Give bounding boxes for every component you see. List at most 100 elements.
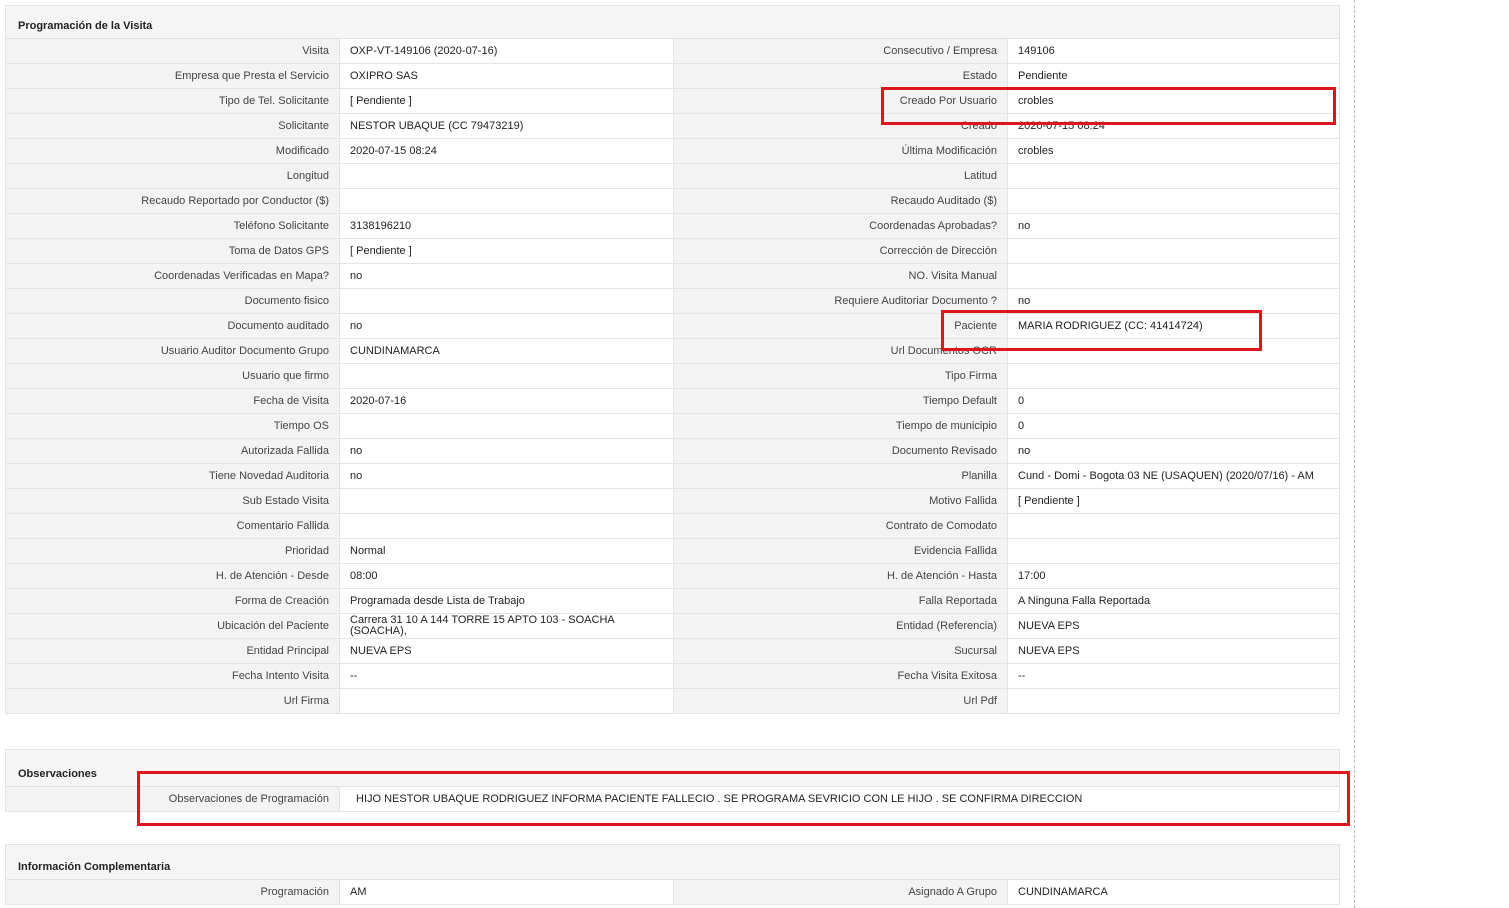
field-label: Creado Por Usuario	[673, 89, 1007, 113]
field-label: Sub Estado Visita	[5, 489, 339, 513]
field-label: Entidad (Referencia)	[673, 614, 1007, 638]
field-label: Tipo de Tel. Solicitante	[5, 89, 339, 113]
field-label: Evidencia Fallida	[673, 539, 1007, 563]
field-value: 08:00	[339, 564, 673, 588]
table-row: Usuario Auditor Documento Grupo CUNDINAMA…	[5, 339, 1340, 364]
field-value: 2020-07-15 08:24	[1007, 114, 1340, 138]
field-label: Tiempo Default	[673, 389, 1007, 413]
programacion-table: Visita OXP-VT-149106 (2020-07-16) Consecut…	[5, 39, 1340, 714]
field-label: Requiere Auditoriar Documento ?	[673, 289, 1007, 313]
table-row: Documento fisico Requiere Auditoriar Docu…	[5, 289, 1340, 314]
field-label: Tiene Novedad Auditoria	[5, 464, 339, 488]
field-label: Entidad Principal	[5, 639, 339, 663]
field-label: Url Firma	[5, 689, 339, 713]
field-value: 149106	[1007, 39, 1340, 63]
table-row: Longitud Latitud	[5, 164, 1340, 189]
field-value	[339, 289, 673, 313]
field-label: Toma de Datos GPS	[5, 239, 339, 263]
field-value	[1007, 514, 1340, 538]
field-label: Contrato de Comodato	[673, 514, 1007, 538]
table-row: Fecha Intento Visita -- Fecha Visita Exit…	[5, 664, 1340, 689]
field-value: OXP-VT-149106 (2020-07-16)	[339, 39, 673, 63]
field-value: 0	[1007, 389, 1340, 413]
field-value: crobles	[1007, 89, 1340, 113]
field-value: 3138196210	[339, 214, 673, 238]
field-value: --	[339, 664, 673, 688]
field-label: Sucursal	[673, 639, 1007, 663]
table-row: Toma de Datos GPS[ Pendiente ] Corrección…	[5, 239, 1340, 264]
field-value: OXIPRO SAS	[339, 64, 673, 88]
field-value	[1007, 239, 1340, 263]
field-label: Url Documentos OCR	[673, 339, 1007, 363]
field-label: Latitud	[673, 164, 1007, 188]
table-row: Ubicación del Paciente Carrera 31 10 A 14…	[5, 614, 1340, 639]
field-label: Longitud	[5, 164, 339, 188]
table-row: Comentario Fallida Contrato de Comodato	[5, 514, 1340, 539]
field-label: Documento Revisado	[673, 439, 1007, 463]
field-value: no	[1007, 289, 1340, 313]
field-value: no	[339, 264, 673, 288]
table-row: Tiene Novedad Auditoria no Planilla Cund -…	[5, 464, 1340, 489]
table-row: Recaudo Reportado por Conductor ($) Recau…	[5, 189, 1340, 214]
field-label: Creado	[673, 114, 1007, 138]
field-value	[1007, 264, 1340, 288]
field-label: Última Modificación	[673, 139, 1007, 163]
field-label: Corrección de Dirección	[673, 239, 1007, 263]
field-label: Fecha Intento Visita	[5, 664, 339, 688]
field-label: H. de Atención - Hasta	[673, 564, 1007, 588]
complementaria-table: Programación AM Asignado A Grupo CUNDINAMAR…	[5, 880, 1340, 905]
table-row: Modificado 2020-07-15 08:24 Última Modific…	[5, 139, 1340, 164]
field-value: CUNDINAMARCA	[339, 339, 673, 363]
field-value: 2020-07-15 08:24	[339, 139, 673, 163]
field-value	[1007, 189, 1340, 213]
field-label: Programación	[5, 880, 339, 904]
observaciones-value: HIJO NESTOR UBAQUE RODRIGUEZ INFORMA PAC…	[339, 787, 1340, 811]
table-row: Observaciones de Programación HIJO NESTO…	[5, 787, 1340, 812]
table-row: Programación AM Asignado A Grupo CUNDINAMAR…	[5, 880, 1340, 905]
field-value: --	[1007, 664, 1340, 688]
field-value: Carrera 31 10 A 144 TORRE 15 APTO 103 - …	[339, 614, 673, 638]
section-complementaria: Información Complementaria Programación A…	[5, 844, 1340, 905]
table-row: H. de Atención - Desde 08:00 H. de Atenció…	[5, 564, 1340, 589]
field-value	[339, 414, 673, 438]
field-label: Planilla	[673, 464, 1007, 488]
field-value: [ Pendiente ]	[1007, 489, 1340, 513]
field-label: H. de Atención - Desde	[5, 564, 339, 588]
field-label: Url Pdf	[673, 689, 1007, 713]
field-value	[339, 689, 673, 713]
section-observaciones: Observaciones Observaciones de Programac…	[5, 749, 1340, 812]
field-value	[1007, 339, 1340, 363]
field-value	[339, 364, 673, 388]
field-value	[1007, 164, 1340, 188]
page-divider	[1354, 0, 1355, 908]
table-row: Fecha de Visita 2020-07-16 Tiempo Default…	[5, 389, 1340, 414]
section-title-complementaria: Información Complementaria	[5, 844, 1340, 880]
field-value: crobles	[1007, 139, 1340, 163]
table-row: Visita OXP-VT-149106 (2020-07-16) Consecut…	[5, 39, 1340, 64]
table-row: Tiempo OS Tiempo de municipio 0	[5, 414, 1340, 439]
table-row: Documento auditado no Paciente MARIA RODRI…	[5, 314, 1340, 339]
field-value: NESTOR UBAQUE (CC 79473219)	[339, 114, 673, 138]
field-value: no	[339, 314, 673, 338]
field-label: Usuario Auditor Documento Grupo	[5, 339, 339, 363]
field-value: 17:00	[1007, 564, 1340, 588]
field-label: Ubicación del Paciente	[5, 614, 339, 638]
field-value: no	[1007, 214, 1340, 238]
field-value	[1007, 689, 1340, 713]
field-value: no	[1007, 439, 1340, 463]
field-value	[339, 164, 673, 188]
field-value: Programada desde Lista de Trabajo	[339, 589, 673, 613]
table-row: Coordenadas Verificadas en Mapa? no NO. V…	[5, 264, 1340, 289]
field-label: NO. Visita Manual	[673, 264, 1007, 288]
table-row: Sub Estado Visita Motivo Fallida[ Pendien…	[5, 489, 1340, 514]
field-value: [ Pendiente ]	[339, 89, 673, 113]
section-title-observaciones: Observaciones	[5, 749, 1340, 787]
field-label: Fecha Visita Exitosa	[673, 664, 1007, 688]
field-value	[1007, 539, 1340, 563]
table-row: Teléfono Solicitante 3138196210 Coordenada…	[5, 214, 1340, 239]
field-value	[339, 489, 673, 513]
field-label: Teléfono Solicitante	[5, 214, 339, 238]
table-row: Empresa que Presta el Servicio OXIPRO SAS…	[5, 64, 1340, 89]
field-value: [ Pendiente ]	[339, 239, 673, 263]
field-label: Asignado A Grupo	[673, 880, 1007, 904]
